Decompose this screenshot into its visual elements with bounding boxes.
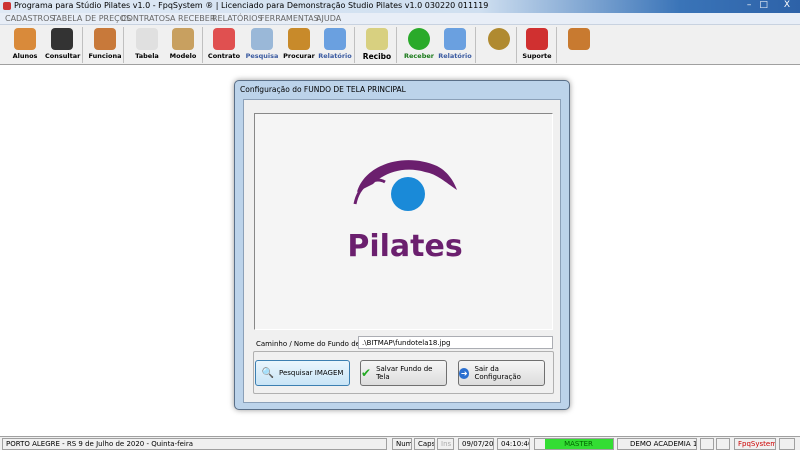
status-time: 04:10:40: [497, 438, 530, 450]
menu-ferramentas[interactable]: FERRAMENTAS: [260, 14, 319, 23]
toolbar-label: Alunos: [12, 52, 38, 60]
button-group: 🔍 Pesquisar IMAGEM ✔ Salvar Fundo de Tel…: [253, 351, 554, 394]
title-bar: Programa para Stúdio Pilates v1.0 - FpqS…: [0, 0, 800, 13]
search-image-button[interactable]: 🔍 Pesquisar IMAGEM: [255, 360, 350, 386]
receber-icon: [408, 28, 430, 50]
dialog-title: Configuração do FUNDO DE TELA PRINCIPAL: [240, 85, 406, 94]
path-input[interactable]: .\BITMAP\fundotela18.jpg: [358, 336, 553, 349]
logo-text: Pilates: [347, 229, 462, 264]
toolbar-separator: [516, 27, 517, 63]
toolbar-label: Consultar: [45, 52, 81, 60]
consultar-icon: [51, 28, 73, 50]
relatorio-icon: [324, 28, 346, 50]
contrato-icon: [213, 28, 235, 50]
tabela-icon: [136, 28, 158, 50]
toolbar-button-contrato[interactable]: Contrato: [207, 26, 241, 63]
toolbar-separator: [354, 27, 355, 63]
menu-ajuda[interactable]: AJUDA: [316, 14, 341, 23]
procurar-icon: [288, 28, 310, 50]
alunos-icon: [14, 28, 36, 50]
checkmark-icon: ✔: [361, 366, 372, 380]
toolbar-label: Pesquisa: [245, 52, 279, 60]
toolbar-label: Relatório: [438, 52, 472, 60]
status-num: Num: [392, 438, 412, 450]
image-preview: Pilates: [254, 113, 553, 330]
menu-tabela-precos[interactable]: TABELA DE PREÇOS: [52, 14, 131, 23]
toolbar-button-alunos[interactable]: Alunos: [8, 26, 42, 63]
toolbar-button-coin[interactable]: [482, 26, 516, 63]
exit-config-button[interactable]: ➜ Sair da Configuração: [458, 360, 545, 386]
recibo-icon: [366, 28, 388, 50]
toolbar-button-relatorio[interactable]: Relatório: [318, 26, 352, 63]
exit-icon: [568, 28, 590, 50]
menu-bar: CADASTROS TABELA DE PREÇOS CONTRATOS A R…: [0, 13, 800, 25]
status-company: DEMO ACADEMIA 1.0: [617, 438, 697, 450]
menu-relatorios[interactable]: RELATÓRIOS: [212, 14, 263, 23]
printer-icon[interactable]: [700, 438, 714, 450]
toolbar-button-relatorio[interactable]: Relatório: [438, 26, 472, 63]
calculator-icon[interactable]: [716, 438, 730, 450]
toolbar-separator: [396, 27, 397, 63]
suporte-icon: [526, 28, 548, 50]
toolbar-label: Procurar: [283, 52, 315, 60]
close-button[interactable]: X: [784, 0, 790, 10]
status-bar: PORTO ALEGRE - RS 9 de Julho de 2020 - Q…: [0, 436, 800, 450]
coin-icon: [488, 28, 510, 50]
toolbar-separator: [202, 27, 203, 63]
window-title: Programa para Stúdio Pilates v1.0 - FpqS…: [14, 1, 489, 10]
modelo-icon: [172, 28, 194, 50]
arrow-right-circle-icon: ➜: [459, 367, 470, 379]
toolbar-separator: [123, 27, 124, 63]
toolbar-button-recibo[interactable]: Recibo: [360, 26, 394, 63]
toolbar-label: Funciona: [88, 52, 122, 60]
toolbar-separator: [556, 27, 557, 63]
funciona-icon: [94, 28, 116, 50]
toolbar-label: Suporte: [522, 52, 552, 60]
pesquisa-icon: [251, 28, 273, 50]
maximize-button[interactable]: □: [759, 0, 768, 10]
status-date: 09/07/20: [458, 438, 494, 450]
toolbar: Alunos Consultar Funciona Tabela Modelo Contr…: [0, 25, 800, 65]
relatorio-icon: [444, 28, 466, 50]
toolbar-button-exit[interactable]: [562, 26, 596, 63]
toolbar-button-suporte[interactable]: Suporte: [520, 26, 554, 63]
toolbar-label: Contrato: [207, 52, 241, 60]
toolbar-button-consultar[interactable]: Consultar: [45, 26, 81, 63]
pilates-logo: Pilates: [347, 160, 463, 264]
save-background-button[interactable]: ✔ Salvar Fundo de Tela: [360, 360, 447, 386]
toolbar-separator: [475, 27, 476, 63]
toolbar-label: Tabela: [135, 52, 159, 60]
toolbar-button-modelo[interactable]: Modelo: [166, 26, 200, 63]
app-icon: [3, 2, 11, 10]
status-caps: Caps: [414, 438, 435, 450]
toolbar-label: Modelo: [169, 52, 197, 60]
toolbar-button-funciona[interactable]: Funciona: [88, 26, 122, 63]
toolbar-label: Recibo: [362, 52, 392, 61]
status-user: MASTER: [534, 438, 614, 450]
toolbar-button-procurar[interactable]: Procurar: [282, 26, 316, 63]
minimize-button[interactable]: –: [747, 0, 752, 10]
calendar-icon[interactable]: [779, 438, 795, 450]
magnifier-icon: 🔍: [261, 367, 274, 379]
toolbar-button-tabela[interactable]: Tabela: [130, 26, 164, 63]
config-dialog: Configuração do FUNDO DE TELA PRINCIPAL …: [234, 80, 570, 410]
menu-a-receber[interactable]: A RECEBER: [170, 14, 215, 23]
menu-contratos[interactable]: CONTRATOS: [121, 14, 170, 23]
toolbar-button-pesquisa[interactable]: Pesquisa: [245, 26, 279, 63]
toolbar-button-receber[interactable]: Receber: [402, 26, 436, 63]
toolbar-label: Relatório: [318, 52, 352, 60]
status-location: PORTO ALEGRE - RS 9 de Julho de 2020 - Q…: [2, 438, 387, 450]
menu-cadastros[interactable]: CADASTROS: [5, 14, 54, 23]
status-brand: FpqSystem: [734, 438, 776, 450]
status-ins: Ins: [437, 438, 454, 450]
toolbar-separator: [82, 27, 83, 63]
toolbar-label: Receber: [404, 52, 434, 60]
